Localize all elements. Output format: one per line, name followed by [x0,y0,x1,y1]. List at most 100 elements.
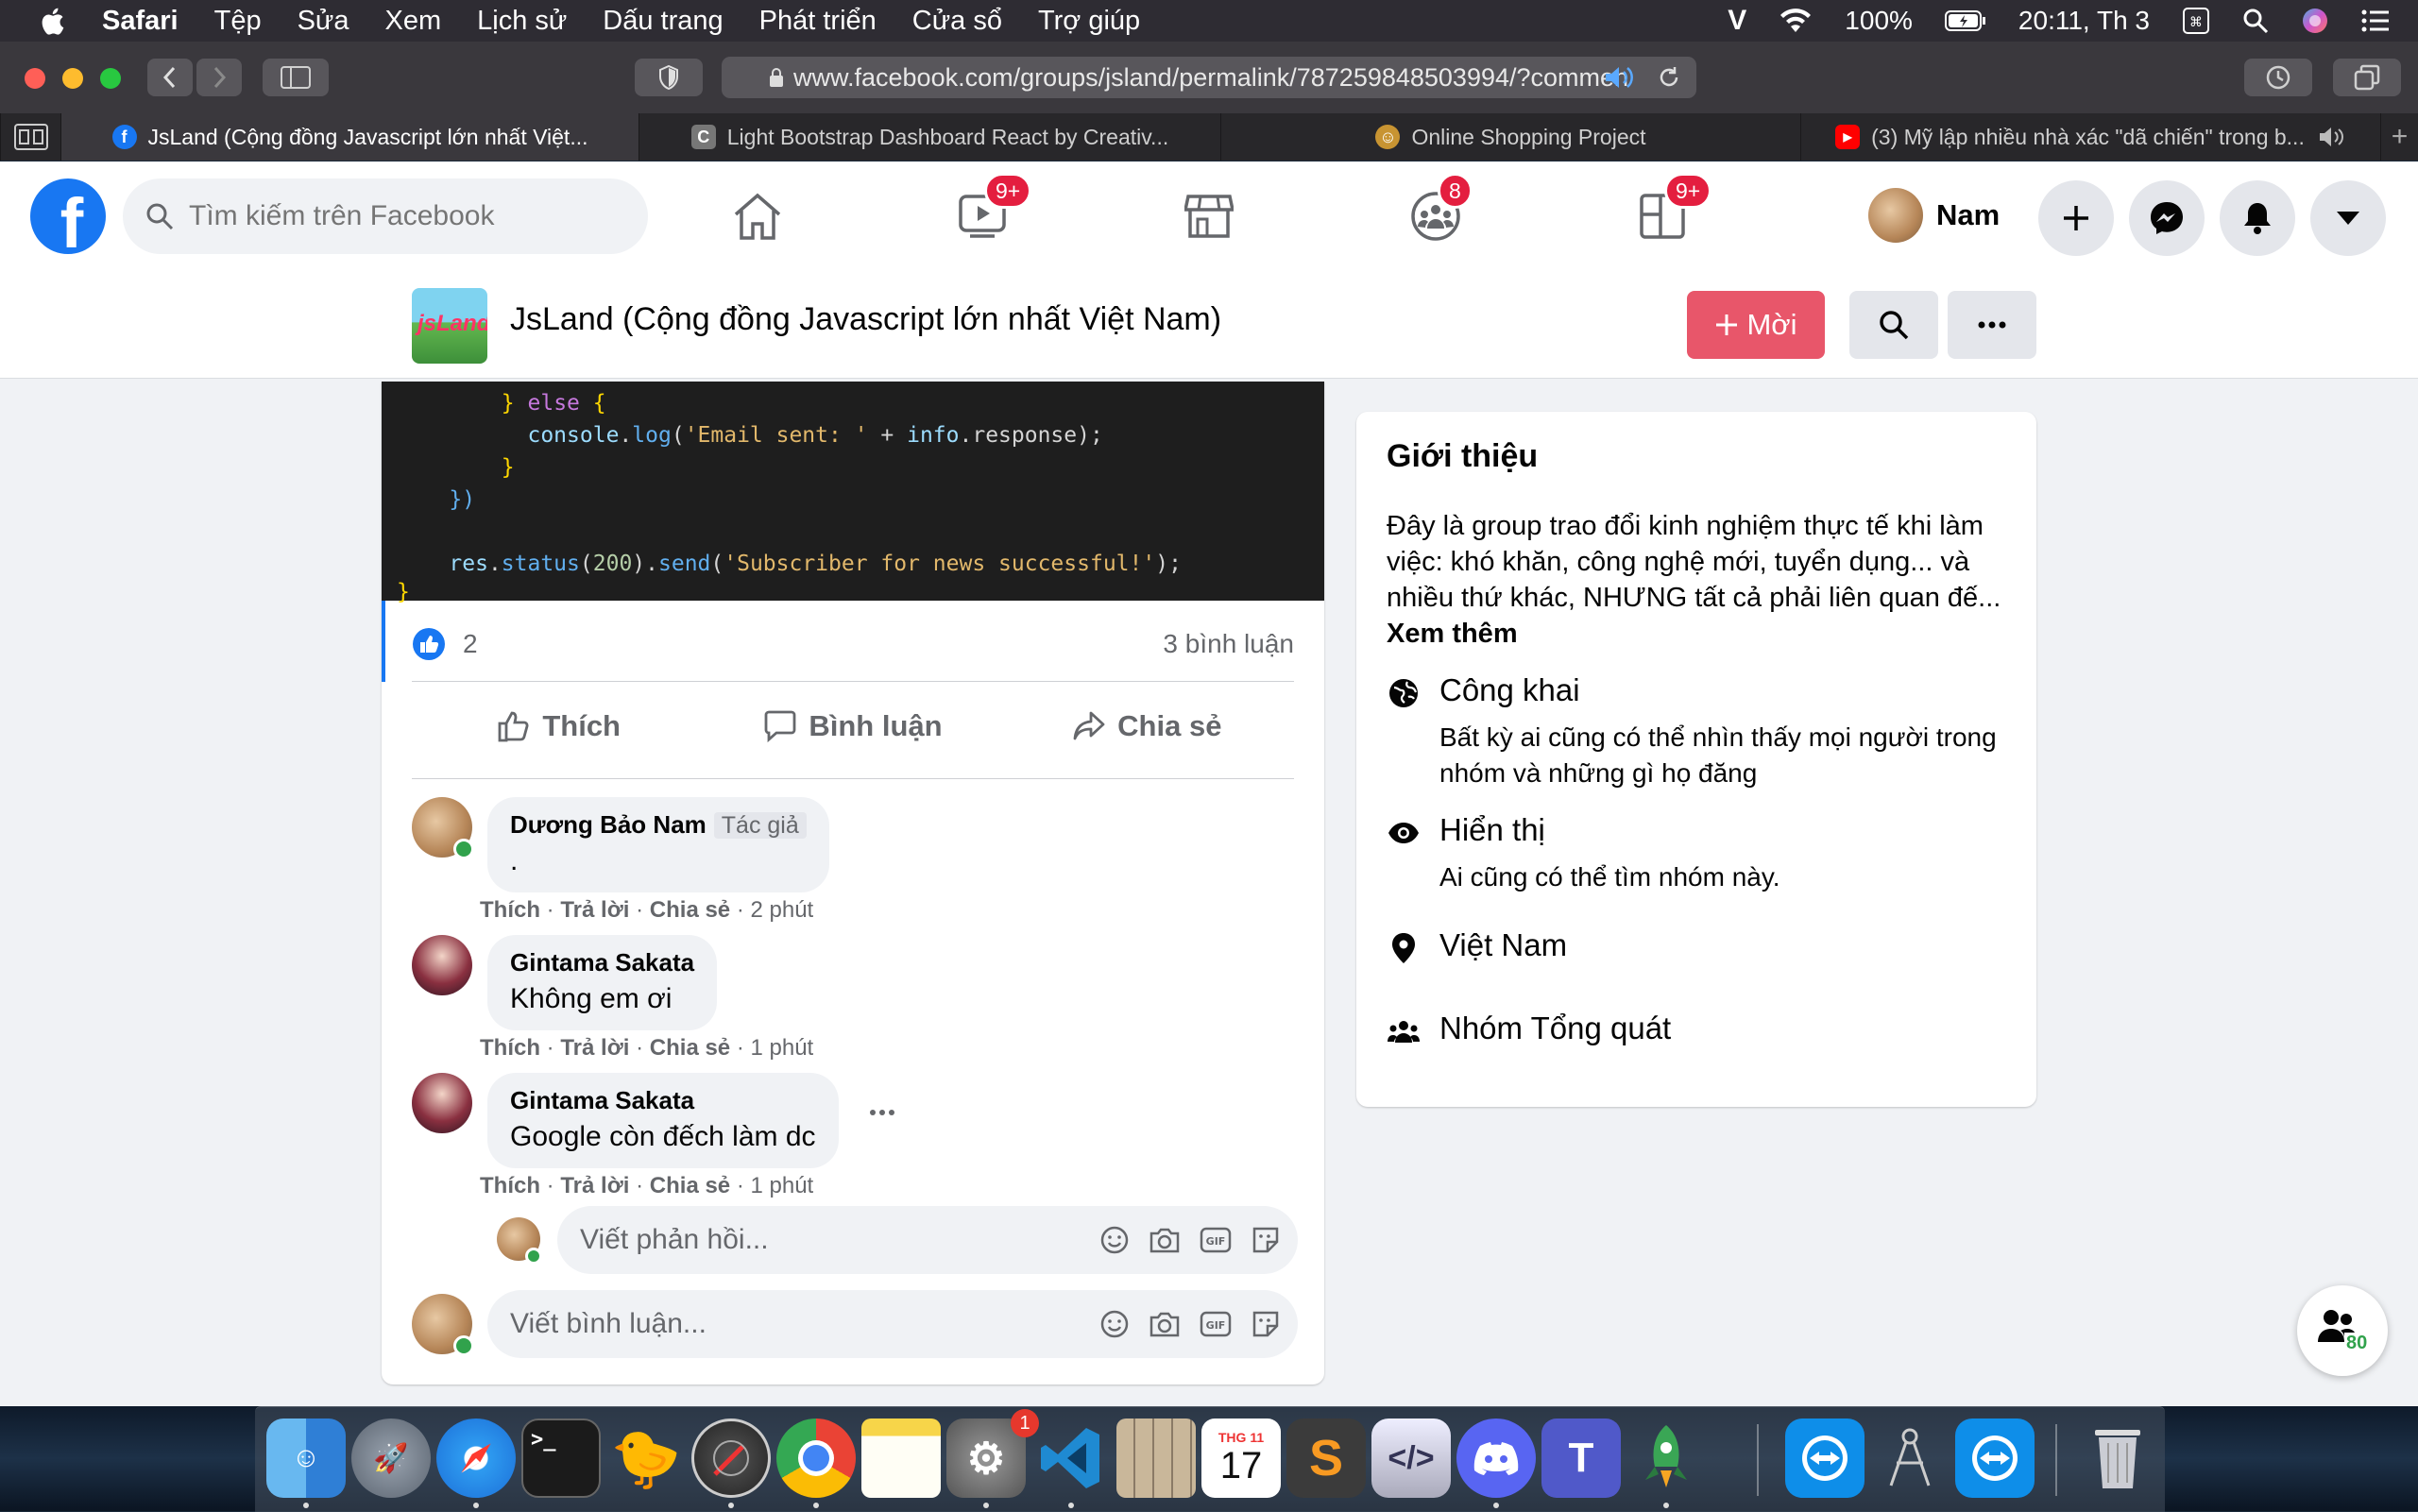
facebook-search-box[interactable] [123,178,648,254]
vpn-icon[interactable]: V [1728,5,1746,37]
gaming-nav-icon[interactable]: 9+ [1626,173,1712,252]
history-button[interactable] [2244,59,2312,96]
comment-share-link[interactable]: Chia sẻ [650,1035,730,1061]
menu-window[interactable]: Cửa sổ [912,6,1002,37]
commenter-avatar[interactable] [412,935,472,995]
siri-icon[interactable] [2301,7,2329,35]
menu-develop[interactable]: Phát triển [759,6,877,37]
comment-button[interactable]: Bình luận [706,690,999,762]
utility-app-icon[interactable] [1870,1419,1950,1498]
facebook-logo-icon[interactable]: f [30,178,106,254]
tab-online-shopping[interactable]: ☺ Online Shopping Project [1220,113,1800,161]
gif-icon[interactable]: GIF [1200,1310,1232,1338]
calendar-icon[interactable]: THG 11 17 [1201,1419,1281,1498]
teams-icon[interactable]: T [1541,1419,1621,1498]
safari-icon[interactable] [436,1419,516,1498]
reading-list-button[interactable] [0,113,60,161]
teamviewer-download-icon[interactable] [1955,1419,2035,1498]
tab-overview-button[interactable] [2333,59,2401,96]
teamviewer-icon[interactable] [1785,1419,1865,1498]
tab-jsland[interactable]: f JsLand (Cộng đồng Javascript lớn nhất … [60,113,639,161]
comment-reply-link[interactable]: Trả lời [560,1173,629,1198]
menu-view[interactable]: Xem [384,6,441,37]
commenter-name[interactable]: Dương Bảo Nam [510,810,707,839]
comment-like-link[interactable]: Thích [480,897,540,923]
vscode-icon[interactable] [1031,1419,1111,1498]
like-count[interactable]: 2 [463,629,478,659]
privacy-report-button[interactable] [635,59,703,96]
sublime-text-icon[interactable]: S [1286,1419,1366,1498]
group-cover-thumbnail[interactable]: jsLand [412,288,487,364]
trash-icon[interactable] [2078,1419,2157,1498]
notification-center-icon[interactable] [2361,8,2390,33]
search-input[interactable] [187,199,625,233]
commenter-name[interactable]: Gintama Sakata [510,1086,694,1114]
commenter-avatar[interactable] [412,1073,472,1133]
menu-clock[interactable]: 20:11, Th 3 [2018,6,2150,36]
spotlight-search-icon[interactable] [2242,8,2269,34]
instruments-icon[interactable] [691,1419,771,1498]
camera-icon[interactable] [1149,1226,1181,1254]
comment-share-link[interactable]: Chia sẻ [650,1173,730,1198]
share-button[interactable]: Chia sẻ [1000,690,1294,762]
see-more-link[interactable]: Xem thêm [1387,619,1518,649]
notes-icon[interactable] [861,1419,941,1498]
reply-input[interactable]: Viết phản hồi... GIF [557,1206,1298,1274]
comment-options-button[interactable] [863,1094,901,1131]
calculator-icon[interactable] [1116,1419,1196,1498]
comment-like-link[interactable]: Thích [480,1035,540,1061]
comment-share-link[interactable]: Chia sẻ [650,897,730,923]
tab-audio-icon[interactable] [2318,127,2346,147]
zoom-window-button[interactable] [100,68,121,89]
menu-file[interactable]: Tệp [214,6,262,37]
new-tab-button[interactable]: + [2380,113,2418,161]
comment-like-link[interactable]: Thích [480,1173,540,1198]
comment-time[interactable]: 1 phút [751,1173,814,1198]
group-title[interactable]: JsLand (Cộng đồng Javascript lớn nhất Vi… [510,301,1221,338]
profile-button[interactable]: Nam [1868,182,2000,248]
create-button[interactable] [2038,180,2114,256]
comment-time[interactable]: 2 phút [751,897,814,923]
address-bar[interactable]: www.facebook.com/groups/jsland/permalink… [722,57,1696,98]
cyberduck-icon[interactable]: 🐤 [606,1419,686,1498]
groups-nav-icon[interactable]: 8 [1400,173,1473,252]
watch-nav-icon[interactable]: 9+ [946,173,1032,252]
emoji-icon[interactable] [1099,1309,1130,1339]
gif-icon[interactable]: GIF [1200,1226,1232,1254]
menu-history[interactable]: Lịch sử [477,6,567,37]
audio-playing-icon[interactable] [1604,65,1636,90]
code-editor-icon[interactable]: </> [1371,1419,1451,1498]
chrome-icon[interactable] [776,1419,856,1498]
group-more-button[interactable] [1948,291,2036,359]
menu-app-name[interactable]: Safari [102,6,179,37]
notifications-button[interactable] [2220,180,2295,256]
sticker-icon[interactable] [1251,1309,1281,1339]
invite-button[interactable]: Mời [1687,291,1825,359]
comment-count[interactable]: 3 bình luận [1163,629,1294,659]
menu-bookmarks[interactable]: Dấu trang [603,6,723,37]
comment-reply-link[interactable]: Trả lời [560,897,629,923]
sticker-icon[interactable] [1251,1225,1281,1255]
menu-edit[interactable]: Sửa [298,6,349,37]
comment-time[interactable]: 1 phút [751,1035,814,1061]
group-search-button[interactable] [1849,291,1938,359]
launchpad-icon[interactable]: 🚀 [351,1419,431,1498]
forward-button[interactable] [196,59,242,96]
tab-bootstrap-dashboard[interactable]: C Light Bootstrap Dashboard React by Cre… [639,113,1220,161]
keyboard-input-icon[interactable]: ⌘ [2182,7,2210,35]
sidebar-toggle-button[interactable] [263,59,329,96]
minimize-window-button[interactable] [62,68,83,89]
finder-icon[interactable]: ☺ [266,1419,346,1498]
back-button[interactable] [147,59,193,96]
wifi-icon[interactable] [1779,8,1813,34]
account-menu-button[interactable] [2310,180,2386,256]
battery-icon[interactable] [1944,9,1986,32]
marketplace-nav-icon[interactable] [1173,180,1245,252]
messenger-button[interactable] [2129,180,2205,256]
home-nav-icon[interactable] [722,180,793,252]
terminal-icon[interactable]: >_ [521,1419,601,1498]
reload-icon[interactable] [1657,65,1681,90]
commenter-name[interactable]: Gintama Sakata [510,948,694,977]
online-friends-button[interactable]: 80 [2297,1285,2388,1376]
menu-help[interactable]: Trợ giúp [1038,6,1140,37]
